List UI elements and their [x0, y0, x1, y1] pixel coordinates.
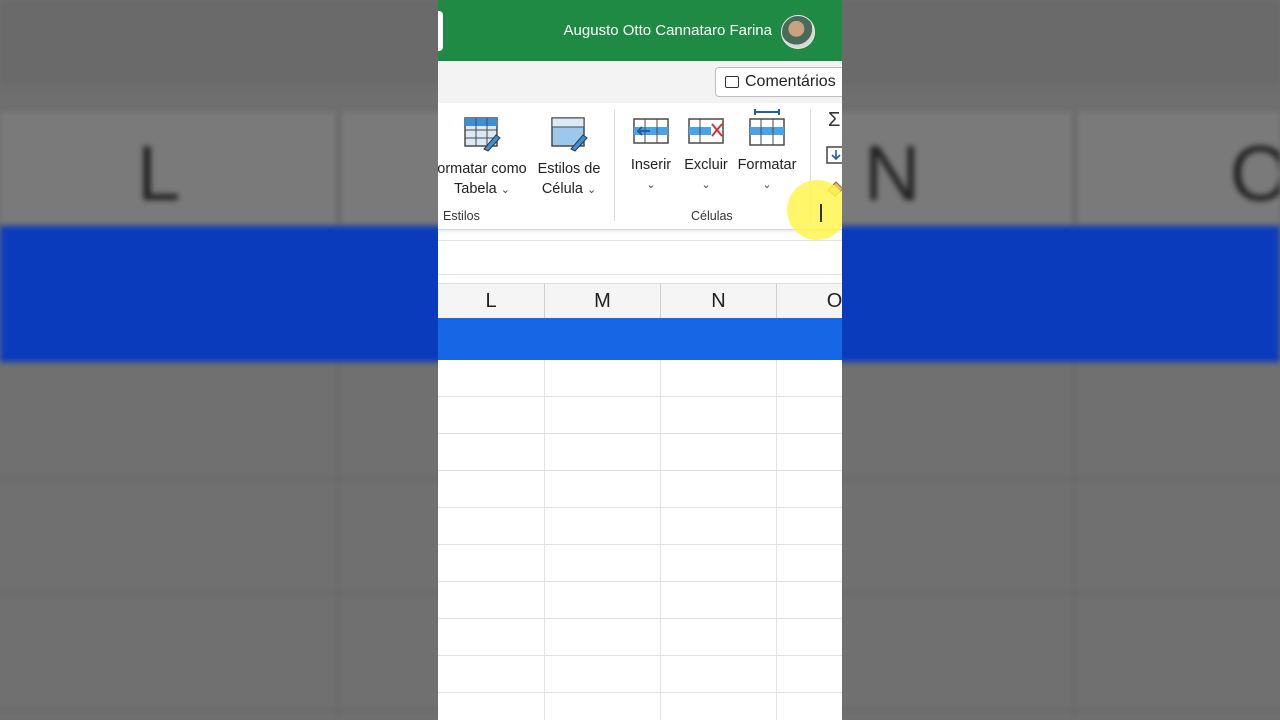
- comments-label: Comentários: [745, 73, 836, 90]
- column-header-o[interactable]: O: [777, 284, 842, 318]
- format-as-table-line2: Tabela: [454, 181, 497, 197]
- bg-letter-o: O: [1230, 129, 1280, 217]
- format-as-table-button[interactable]: ormatar como Tabela ⌄: [438, 115, 532, 200]
- insert-button[interactable]: Inserir ⌄: [626, 115, 676, 195]
- cell-styles-button[interactable]: Estilos de Célula ⌄: [534, 115, 604, 200]
- cell-grid[interactable]: [438, 360, 842, 720]
- chevron-down-icon: ⌄: [701, 179, 711, 191]
- title-bar-button[interactable]: [438, 11, 443, 51]
- group-label-estilos: Estilos: [443, 209, 480, 223]
- group-label-celulas: Células: [691, 209, 733, 223]
- column-header-m[interactable]: M: [545, 284, 661, 318]
- column-header-n[interactable]: N: [661, 284, 777, 318]
- user-name: Augusto Otto Cannataro Farina: [563, 22, 772, 39]
- format-label: Formatar: [737, 157, 797, 173]
- bg-letter-l: L: [137, 129, 181, 217]
- delete-button[interactable]: Excluir ⌄: [681, 115, 731, 195]
- chevron-down-icon: ⌄: [646, 179, 656, 191]
- insert-cells-icon: [633, 118, 669, 144]
- avatar[interactable]: [781, 15, 815, 49]
- cell-styles-line2: Célula: [541, 181, 583, 197]
- cell-styles-line1: Estilos de: [537, 161, 601, 177]
- excel-window: Augusto Otto Cannataro Farina Comentário…: [438, 0, 842, 720]
- column-header-row: L M N O: [438, 283, 842, 318]
- selected-row[interactable]: [438, 318, 842, 360]
- format-as-table-icon: [464, 117, 501, 152]
- fill-down-icon[interactable]: [826, 145, 842, 165]
- chevron-down-icon: ⌄: [586, 184, 597, 196]
- title-bar: Augusto Otto Cannataro Farina: [438, 0, 842, 61]
- sigma-icon[interactable]: Σ: [828, 109, 840, 132]
- delete-cells-icon: [688, 118, 724, 144]
- ribbon: ormatar como Tabela ⌄ Estilos de Célula …: [438, 103, 842, 230]
- text-cursor-icon: [820, 204, 822, 222]
- ribbon-separator: [614, 109, 615, 221]
- format-button[interactable]: Formatar ⌄: [735, 109, 799, 195]
- chevron-down-icon: ⌄: [500, 184, 510, 196]
- format-cells-icon: [749, 109, 785, 146]
- insert-label: Inserir: [630, 157, 672, 173]
- delete-label: Excluir: [684, 157, 728, 173]
- command-bar: Comentários: [438, 61, 842, 103]
- cursor-highlight: [787, 180, 842, 240]
- bg-letter-n: N: [864, 129, 921, 217]
- chevron-down-icon: ⌄: [762, 179, 772, 191]
- comment-icon: [725, 76, 739, 88]
- format-as-table-line1: ormatar como: [438, 161, 527, 177]
- comments-button[interactable]: Comentários: [715, 67, 842, 97]
- column-header-l[interactable]: L: [438, 284, 545, 318]
- cell-styles-icon: [551, 117, 588, 152]
- formula-bar[interactable]: [438, 240, 842, 275]
